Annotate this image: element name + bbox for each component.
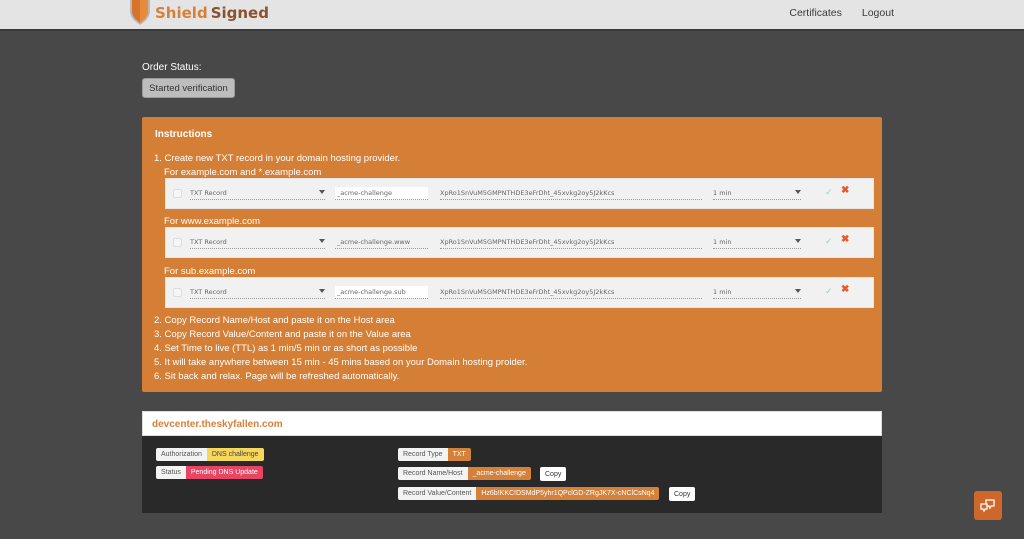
record-name-value: _acme-challenge: [467, 467, 531, 480]
record-ttl-value: 1 min: [713, 189, 732, 197]
record-value-label: Record Value/Content: [398, 487, 477, 500]
dns-record-row: TXT Record _acme-challenge XpRo1SnVuM5GM…: [165, 178, 874, 209]
record-type-value: TXT Record: [190, 238, 227, 246]
group-label: For www.example.com: [164, 216, 261, 227]
authorization-label: Authorization: [156, 448, 207, 461]
instructions-title: Instructions: [155, 129, 213, 140]
record-type-select[interactable]: TXT Record: [190, 187, 325, 200]
record-value-input[interactable]: XpRo1SnVuM5GMPNTHDE3eFrDht_45xvkg2oy5J2k…: [440, 286, 702, 299]
record-ttl-select[interactable]: 1 min: [713, 286, 801, 299]
brand-part-shield: Shield: [155, 4, 208, 22]
delete-x-icon[interactable]: ✖: [841, 185, 849, 196]
record-name-badge: Record Name/Host _acme-challenge: [398, 467, 531, 480]
record-type-value: TXT Record: [190, 288, 227, 296]
record-value-input[interactable]: XpRo1SnVuM5GMPNTHDE3eFrDht_45xvkg2oy5J2k…: [440, 236, 702, 249]
record-ttl-value: 1 min: [713, 288, 732, 296]
order-status-label: Order Status:: [142, 62, 202, 73]
record-checkbox[interactable]: [173, 288, 182, 297]
record-type-value: TXT Record: [190, 189, 227, 197]
record-checkbox[interactable]: [173, 238, 182, 247]
record-name-label: Record Name/Host: [398, 467, 468, 480]
record-host-input[interactable]: _acme-challenge.sub: [335, 286, 428, 299]
dns-record-row: TXT Record _acme-challenge.www XpRo1SnVu…: [165, 227, 874, 258]
nav-menu: Certificates Logout: [789, 7, 894, 19]
delete-x-icon[interactable]: ✖: [841, 284, 849, 295]
instruction-step-6: 6. Sit back and relax. Page will be refr…: [154, 371, 400, 382]
status-value: Pending DNS Update: [185, 466, 263, 479]
logo[interactable]: Shield Signed: [129, 0, 269, 28]
chat-button[interactable]: [974, 491, 1002, 520]
record-checkbox[interactable]: [173, 189, 182, 198]
confirm-check-icon[interactable]: ✓: [825, 236, 833, 247]
confirm-check-icon[interactable]: ✓: [825, 286, 833, 297]
dropdown-caret-icon: [795, 239, 801, 243]
order-status-button[interactable]: Started verification: [142, 78, 235, 98]
record-type-select[interactable]: TXT Record: [190, 236, 325, 249]
group-label: For example.com and *.example.com: [164, 167, 322, 178]
group-label: For sub.example.com: [164, 266, 256, 277]
nav-certificates[interactable]: Certificates: [789, 7, 842, 19]
dropdown-caret-icon: [319, 190, 325, 194]
copy-record-value-button[interactable]: Copy: [669, 487, 696, 501]
record-type-badge: Record Type TXT: [398, 448, 471, 461]
instruction-step-4: 4. Set Time to live (TTL) as 1 min/5 min…: [154, 343, 418, 354]
instruction-step-1: 1. Create new TXT record in your domain …: [154, 153, 401, 164]
authorization-badge: Authorization DNS challenge: [156, 448, 264, 461]
record-ttl-value: 1 min: [713, 238, 732, 246]
instruction-step-5: 5. It will take anywhere between 15 min …: [154, 357, 528, 368]
domain-card: devcenter.theskyfallen.com Authorization…: [142, 411, 882, 513]
brand-part-signed: Signed: [210, 4, 269, 22]
dns-record-row: TXT Record _acme-challenge.sub XpRo1SnVu…: [165, 277, 874, 308]
status-label: Status: [156, 466, 186, 479]
instructions-panel: Instructions 1. Create new TXT record in…: [142, 117, 882, 392]
confirm-check-icon[interactable]: ✓: [825, 187, 833, 198]
dropdown-caret-icon: [319, 239, 325, 243]
chat-bubbles-icon: [980, 498, 995, 512]
domain-name: devcenter.theskyfallen.com: [152, 419, 283, 430]
nav-logout[interactable]: Logout: [862, 7, 894, 19]
record-type-select[interactable]: TXT Record: [190, 286, 325, 299]
dropdown-caret-icon: [795, 289, 801, 293]
top-navbar: Shield Signed Certificates Logout: [0, 0, 1024, 31]
dropdown-caret-icon: [319, 289, 325, 293]
brand-name: Shield Signed: [155, 4, 269, 22]
instruction-step-3: 3. Copy Record Value/Content and paste i…: [154, 329, 411, 340]
record-host-input[interactable]: _acme-challenge: [335, 187, 428, 200]
record-host-input[interactable]: _acme-challenge.www: [335, 236, 428, 249]
record-type-label: Record Type: [398, 448, 448, 461]
record-ttl-select[interactable]: 1 min: [713, 236, 801, 249]
copy-record-name-button[interactable]: Copy: [540, 467, 567, 481]
record-ttl-select[interactable]: 1 min: [713, 187, 801, 200]
status-badge: Status Pending DNS Update: [156, 466, 263, 479]
delete-x-icon[interactable]: ✖: [841, 234, 849, 245]
instruction-step-2: 2. Copy Record Name/Host and paste it on…: [154, 315, 395, 326]
record-type-value: TXT: [447, 448, 471, 461]
record-value-value: Hz6b!KKC!DSMdP5yhr1QPclGD-ZRgJK7X-cNClCs…: [476, 487, 660, 500]
authorization-value: DNS challenge: [206, 448, 264, 461]
record-value-input[interactable]: XpRo1SnVuM5GMPNTHDE3eFrDht_45xvkg2oy5J2k…: [440, 187, 702, 200]
shield-logo-icon: [130, 0, 150, 25]
record-value-badge: Record Value/Content Hz6b!KKC!DSMdP5yhr1…: [398, 487, 660, 500]
dropdown-caret-icon: [795, 190, 801, 194]
domain-card-header: devcenter.theskyfallen.com: [142, 411, 882, 436]
